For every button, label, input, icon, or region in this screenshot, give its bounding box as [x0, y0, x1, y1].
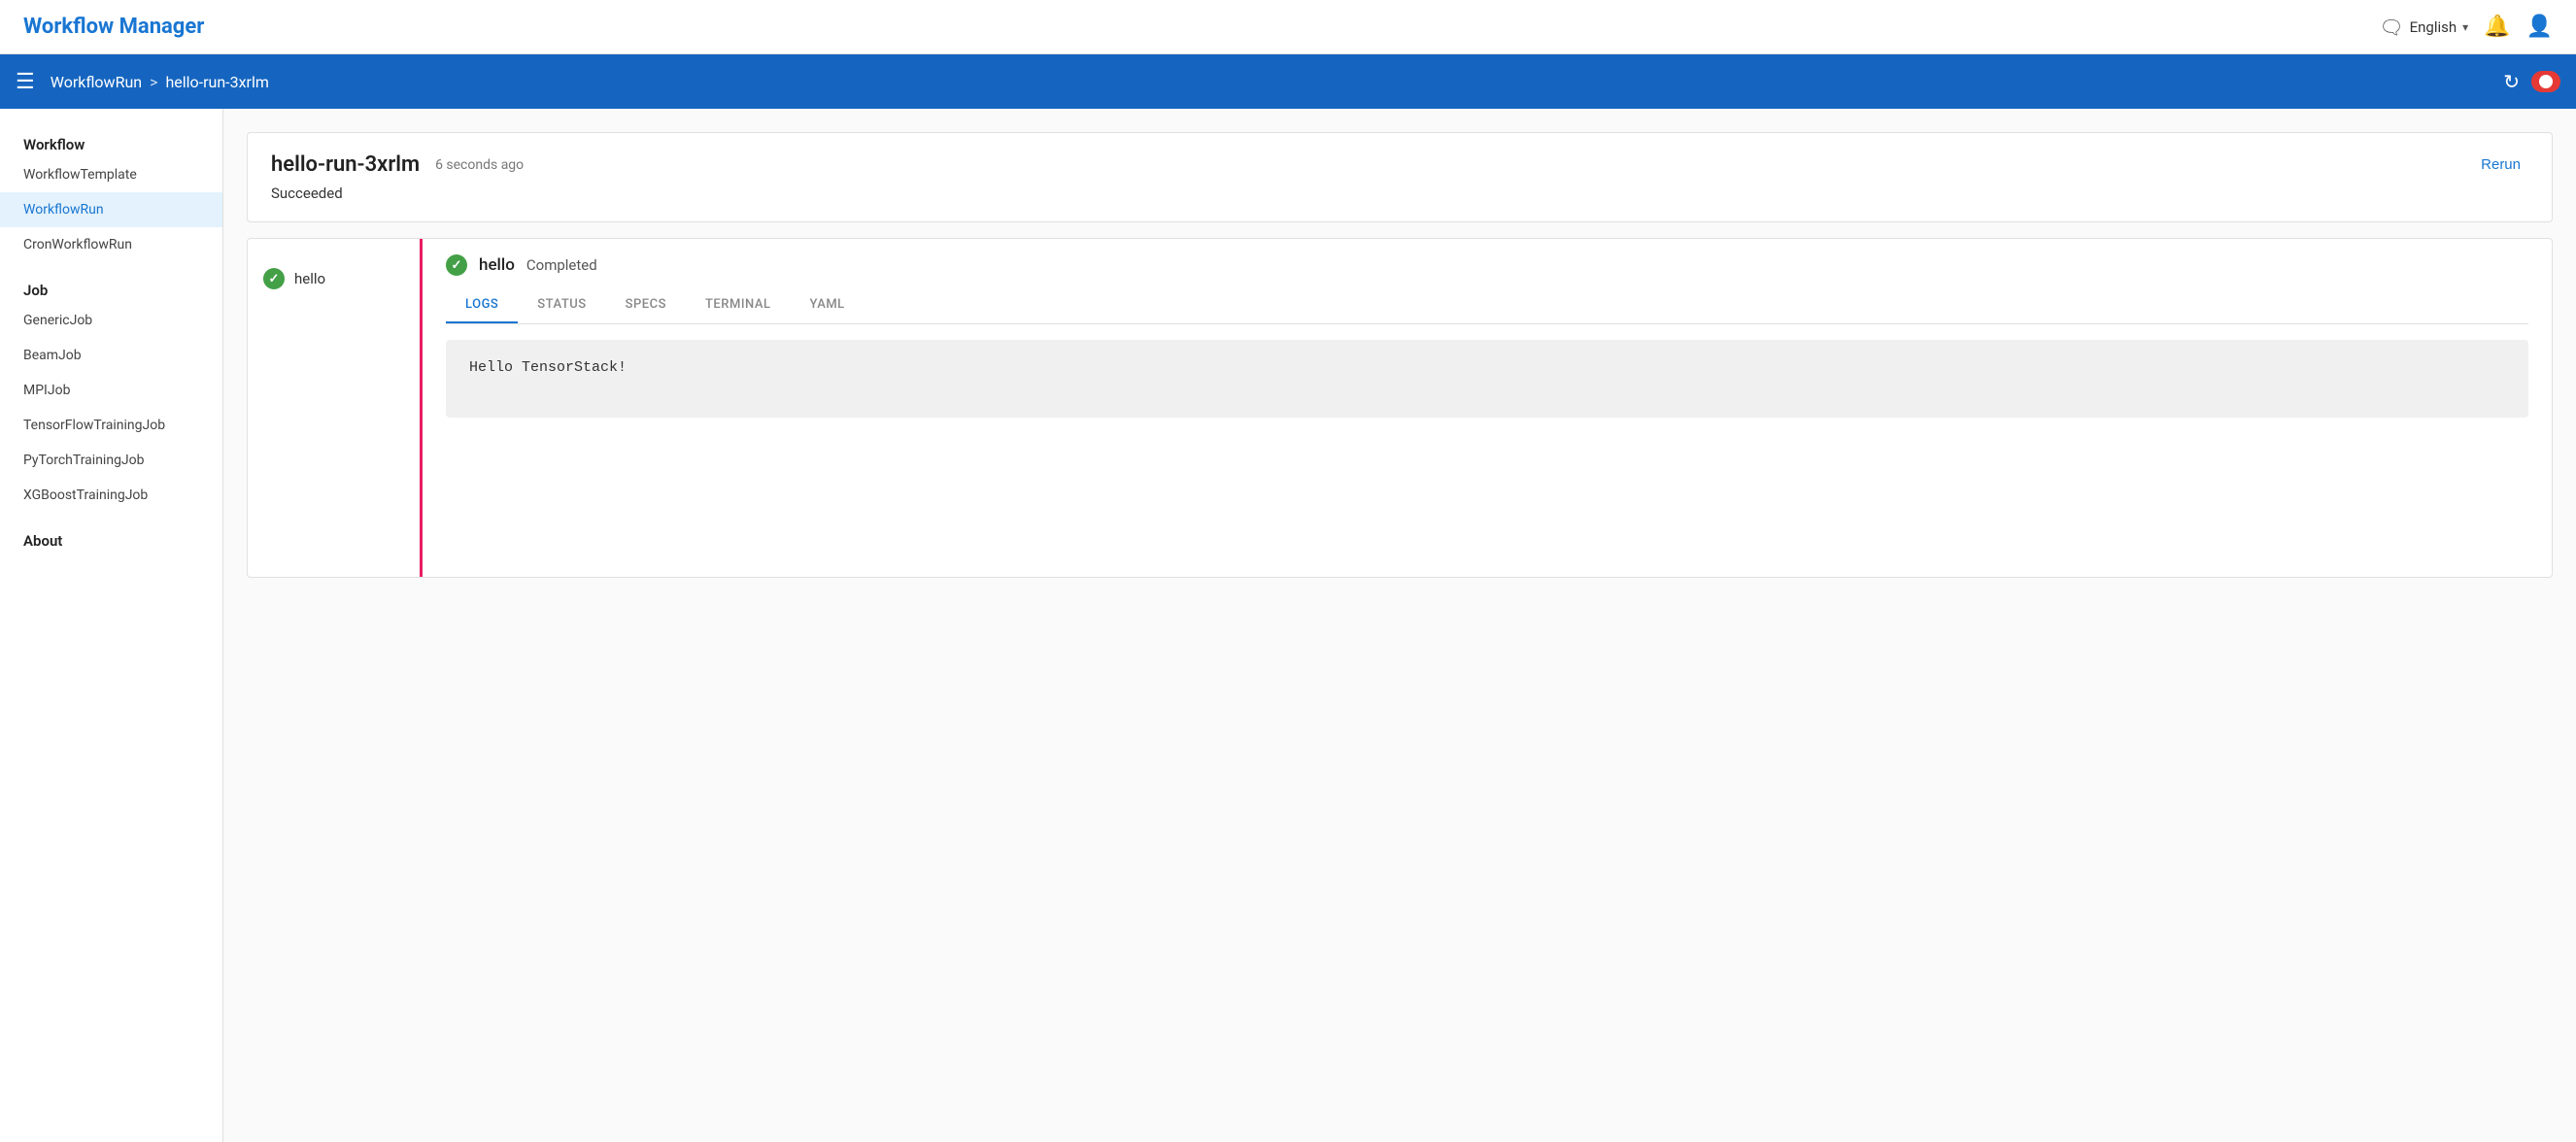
job-detail-header: hello Completed — [446, 254, 2528, 276]
top-header: Workflow Manager 🗨 English ▾ 🔔 👤 — [0, 0, 2576, 54]
hamburger-icon[interactable]: ☰ — [16, 70, 35, 94]
job-detail-status: Completed — [526, 256, 597, 274]
run-time: 6 seconds ago — [435, 157, 524, 173]
tab-logs[interactable]: LOGS — [446, 287, 518, 323]
job-list-item-label: hello — [294, 270, 325, 287]
sidebar-item-workflowtemplate[interactable]: WorkflowTemplate — [0, 157, 222, 192]
status-toggle[interactable] — [2531, 71, 2560, 92]
sidebar-item-beamjob[interactable]: BeamJob — [0, 338, 222, 373]
tabs: LOGS STATUS SPECS TERMINAL YAML — [446, 287, 2528, 324]
sidebar: Workflow WorkflowTemplate WorkflowRun Cr… — [0, 109, 223, 1142]
sidebar-section-about: About — [0, 524, 222, 554]
sub-header-right: ↻ — [2503, 70, 2560, 93]
run-header-card: hello-run-3xrlm 6 seconds ago Succeeded … — [247, 132, 2553, 222]
sidebar-item-mpijob[interactable]: MPIJob — [0, 373, 222, 408]
sidebar-item-tensorflowtrainingjob[interactable]: TensorFlowTrainingJob — [0, 408, 222, 443]
log-content: Hello TensorStack! — [469, 359, 627, 376]
lang-selector[interactable]: 🗨 English ▾ — [2379, 16, 2468, 39]
tab-terminal[interactable]: TERMINAL — [686, 287, 790, 323]
sidebar-section-job: Job — [0, 274, 222, 303]
tab-yaml[interactable]: YAML — [790, 287, 864, 323]
sidebar-item-cronworkflowrun[interactable]: CronWorkflowRun — [0, 227, 222, 262]
header-right: 🗨 English ▾ 🔔 👤 — [2379, 15, 2553, 39]
job-detail: hello Completed LOGS STATUS SPECS TER — [423, 239, 2552, 577]
lang-label: English — [2410, 18, 2457, 36]
run-title-row: hello-run-3xrlm 6 seconds ago — [271, 152, 524, 177]
sidebar-item-pytorchtrainingjob[interactable]: PyTorchTrainingJob — [0, 443, 222, 478]
run-info: hello-run-3xrlm 6 seconds ago Succeeded — [271, 152, 524, 202]
app-title[interactable]: Workflow Manager — [23, 15, 204, 39]
tab-specs[interactable]: SPECS — [606, 287, 686, 323]
run-status: Succeeded — [271, 185, 524, 202]
job-detail-success-icon — [446, 254, 467, 276]
bell-icon[interactable]: 🔔 — [2484, 15, 2510, 39]
content: hello-run-3xrlm 6 seconds ago Succeeded … — [223, 109, 2576, 1142]
sidebar-item-workflowrun[interactable]: WorkflowRun — [0, 192, 222, 227]
refresh-icon[interactable]: ↻ — [2503, 70, 2520, 93]
sidebar-item-genericjob[interactable]: GenericJob — [0, 303, 222, 338]
rerun-button[interactable]: Rerun — [2473, 152, 2528, 177]
run-name: hello-run-3xrlm — [271, 152, 420, 177]
breadcrumb-root[interactable]: WorkflowRun — [51, 73, 142, 91]
tab-status[interactable]: STATUS — [518, 287, 605, 323]
job-list-item[interactable]: hello — [248, 258, 420, 299]
log-output: Hello TensorStack! — [446, 340, 2528, 418]
translate-icon: 🗨 — [2379, 16, 2403, 39]
sidebar-item-xgboosttrainingjob[interactable]: XGBoostTrainingJob — [0, 478, 222, 513]
job-panel: hello hello Completed LOGS STATUS — [247, 238, 2553, 578]
breadcrumb-current[interactable]: hello-run-3xrlm — [165, 73, 268, 91]
job-success-icon — [263, 268, 285, 289]
sidebar-section-workflow: Workflow — [0, 128, 222, 157]
user-icon[interactable]: 👤 — [2526, 15, 2553, 39]
sub-header: ☰ WorkflowRun > hello-run-3xrlm ↻ — [0, 54, 2576, 109]
breadcrumb-separator: > — [150, 73, 157, 91]
status-dot — [2539, 75, 2553, 88]
job-detail-name: hello — [479, 255, 515, 275]
chevron-down-icon: ▾ — [2462, 20, 2468, 34]
main-layout: Workflow WorkflowTemplate WorkflowRun Cr… — [0, 109, 2576, 1142]
job-list: hello — [248, 239, 423, 577]
